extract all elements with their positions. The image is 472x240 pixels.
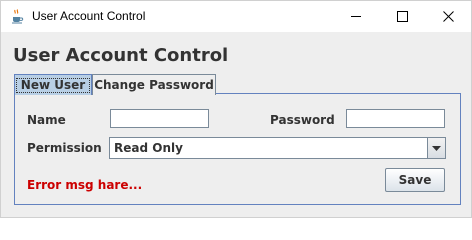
tab-label: New User (15, 77, 91, 93)
java-cup-icon (9, 8, 25, 24)
window-title: User Account Control (32, 9, 146, 23)
close-icon (442, 11, 454, 22)
tab-new-user[interactable]: New User (14, 74, 92, 95)
name-field[interactable] (110, 109, 209, 128)
save-button[interactable]: Save (385, 168, 445, 192)
chevron-down-icon (432, 145, 441, 151)
page-title: User Account Control (13, 45, 229, 66)
user-account-control-window: User Account Control User Account Contro… (0, 0, 472, 218)
tab-label: Change Password (94, 78, 214, 92)
maximize-icon (396, 11, 408, 22)
permission-label: Permission (27, 141, 102, 155)
minimize-icon (350, 16, 361, 17)
close-button[interactable] (425, 1, 471, 32)
error-message: Error msg hare... (27, 178, 143, 192)
name-label: Name (27, 113, 66, 127)
permission-selected-value: Read Only (114, 141, 183, 155)
title-bar[interactable]: User Account Control (1, 1, 471, 32)
permission-select[interactable]: Read Only (109, 137, 446, 159)
password-label: Password (270, 113, 335, 127)
minimize-button[interactable] (333, 1, 379, 32)
tab-change-password[interactable]: Change Password (92, 74, 216, 95)
dropdown-arrow-button[interactable] (427, 138, 445, 158)
password-field[interactable] (346, 109, 445, 128)
maximize-button[interactable] (379, 1, 425, 32)
